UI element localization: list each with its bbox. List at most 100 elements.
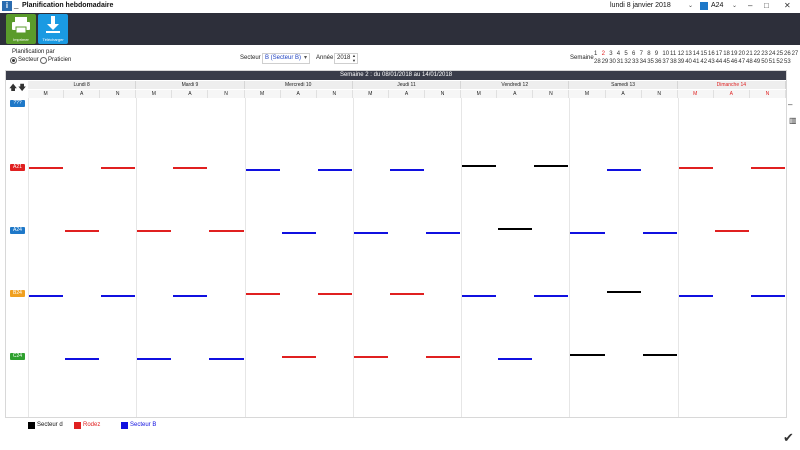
week-18[interactable]: 18 [723, 51, 730, 57]
shift-assignment[interactable] [678, 167, 713, 169]
shift-assignment[interactable] [65, 230, 100, 232]
week-15[interactable]: 15 [700, 51, 707, 57]
week-24[interactable]: 24 [769, 51, 776, 57]
sector-select[interactable]: B (Secteur B) ▾ [262, 53, 310, 64]
shift-assignment[interactable] [389, 169, 425, 171]
week-21[interactable]: 21 [746, 51, 753, 57]
week-53[interactable]: 53 [784, 59, 791, 65]
practitioner-badge[interactable]: C24 [10, 353, 25, 360]
week-27[interactable]: 27 [792, 51, 799, 57]
week-51[interactable]: 51 [769, 59, 776, 65]
year-stepper[interactable]: 2018 ▲ ▼ [334, 53, 358, 64]
close-icon[interactable]: ✕ [784, 1, 791, 10]
practitioner-badge[interactable]: ??? [10, 100, 25, 107]
shift-assignment[interactable] [642, 354, 677, 356]
shift-assignment[interactable] [714, 230, 749, 232]
week-17[interactable]: 17 [716, 51, 723, 57]
shift-assignment[interactable] [101, 295, 136, 297]
week-26[interactable]: 26 [784, 51, 791, 57]
week-7[interactable]: 7 [640, 51, 643, 57]
radio-sector[interactable] [10, 57, 17, 64]
shift-assignment[interactable] [606, 291, 641, 293]
week-29[interactable]: 29 [602, 59, 609, 65]
week-40[interactable]: 40 [685, 59, 692, 65]
week-28[interactable]: 28 [594, 59, 601, 65]
week-12[interactable]: 12 [678, 51, 685, 57]
week-23[interactable]: 23 [761, 51, 768, 57]
restore-icon[interactable]: □ [764, 1, 769, 10]
shift-assignment[interactable] [281, 356, 316, 358]
minus-icon[interactable]: – [788, 100, 792, 109]
week-13[interactable]: 13 [685, 51, 692, 57]
shift-assignment[interactable] [245, 293, 280, 295]
week-5[interactable]: 5 [624, 51, 627, 57]
shift-assignment[interactable] [317, 293, 352, 295]
week-14[interactable]: 14 [693, 51, 700, 57]
week-6[interactable]: 6 [632, 51, 635, 57]
week-31[interactable]: 31 [617, 59, 624, 65]
shift-assignment[interactable] [29, 167, 64, 169]
shift-assignment[interactable] [462, 165, 497, 167]
week-45[interactable]: 45 [723, 59, 730, 65]
week-8[interactable]: 8 [647, 51, 650, 57]
shift-assignment[interactable] [570, 354, 605, 356]
shift-assignment[interactable] [353, 356, 388, 358]
shift-assignment[interactable] [173, 295, 208, 297]
current-date[interactable]: lundi 8 janvier 2018 [610, 2, 671, 9]
grid-icon[interactable]: ▥ [789, 116, 797, 125]
week-37[interactable]: 37 [662, 59, 669, 65]
shift-assignment[interactable] [498, 358, 533, 360]
check-icon[interactable]: ✔ [783, 430, 794, 446]
shift-assignment[interactable] [426, 356, 461, 358]
shift-assignment[interactable] [317, 169, 352, 171]
week-52[interactable]: 52 [776, 59, 783, 65]
practitioner-badge[interactable]: A24 [10, 227, 25, 234]
week-2[interactable]: 2 [602, 51, 605, 57]
shift-assignment[interactable] [173, 167, 208, 169]
shift-assignment[interactable] [462, 295, 497, 297]
arrow-up-icon[interactable]: 🡅 [9, 82, 17, 96]
week-22[interactable]: 22 [754, 51, 761, 57]
radio-practitioner[interactable] [40, 57, 47, 64]
week-16[interactable]: 16 [708, 51, 715, 57]
shift-assignment[interactable] [570, 232, 605, 234]
week-36[interactable]: 36 [655, 59, 662, 65]
shift-assignment[interactable] [642, 232, 677, 234]
shift-assignment[interactable] [29, 295, 64, 297]
user-chevron-down-icon[interactable]: ⌄ [732, 2, 737, 9]
shift-assignment[interactable] [281, 232, 316, 234]
week-41[interactable]: 41 [693, 59, 700, 65]
stepper-arrows-icon[interactable]: ▲ ▼ [352, 53, 356, 63]
week-34[interactable]: 34 [640, 59, 647, 65]
week-9[interactable]: 9 [655, 51, 658, 57]
arrow-down-icon[interactable]: 🡇 [18, 82, 26, 96]
shift-assignment[interactable] [534, 295, 569, 297]
practitioner-badge[interactable]: B24 [10, 290, 25, 297]
week-11[interactable]: 11 [670, 51, 676, 57]
practitioner-badge[interactable]: A21 [10, 164, 25, 171]
shift-assignment[interactable] [137, 230, 172, 232]
shift-assignment[interactable] [534, 165, 569, 167]
week-39[interactable]: 39 [678, 59, 685, 65]
week-25[interactable]: 25 [776, 51, 783, 57]
shift-assignment[interactable] [209, 230, 244, 232]
week-46[interactable]: 46 [731, 59, 738, 65]
shift-assignment[interactable] [750, 295, 785, 297]
shift-assignment[interactable] [353, 232, 388, 234]
week-20[interactable]: 20 [738, 51, 745, 57]
week-47[interactable]: 47 [738, 59, 745, 65]
week-42[interactable]: 42 [700, 59, 707, 65]
shift-assignment[interactable] [498, 228, 533, 230]
shift-assignment[interactable] [606, 169, 641, 171]
shift-assignment[interactable] [678, 295, 713, 297]
week-38[interactable]: 38 [670, 59, 677, 65]
shift-assignment[interactable] [137, 358, 172, 360]
week-33[interactable]: 33 [632, 59, 639, 65]
week-43[interactable]: 43 [708, 59, 715, 65]
shift-assignment[interactable] [426, 232, 461, 234]
menu-dash[interactable]: _ [14, 0, 18, 9]
week-4[interactable]: 4 [617, 51, 620, 57]
download-button[interactable]: Télécharger [38, 14, 68, 44]
week-48[interactable]: 48 [746, 59, 753, 65]
shift-assignment[interactable] [209, 358, 244, 360]
